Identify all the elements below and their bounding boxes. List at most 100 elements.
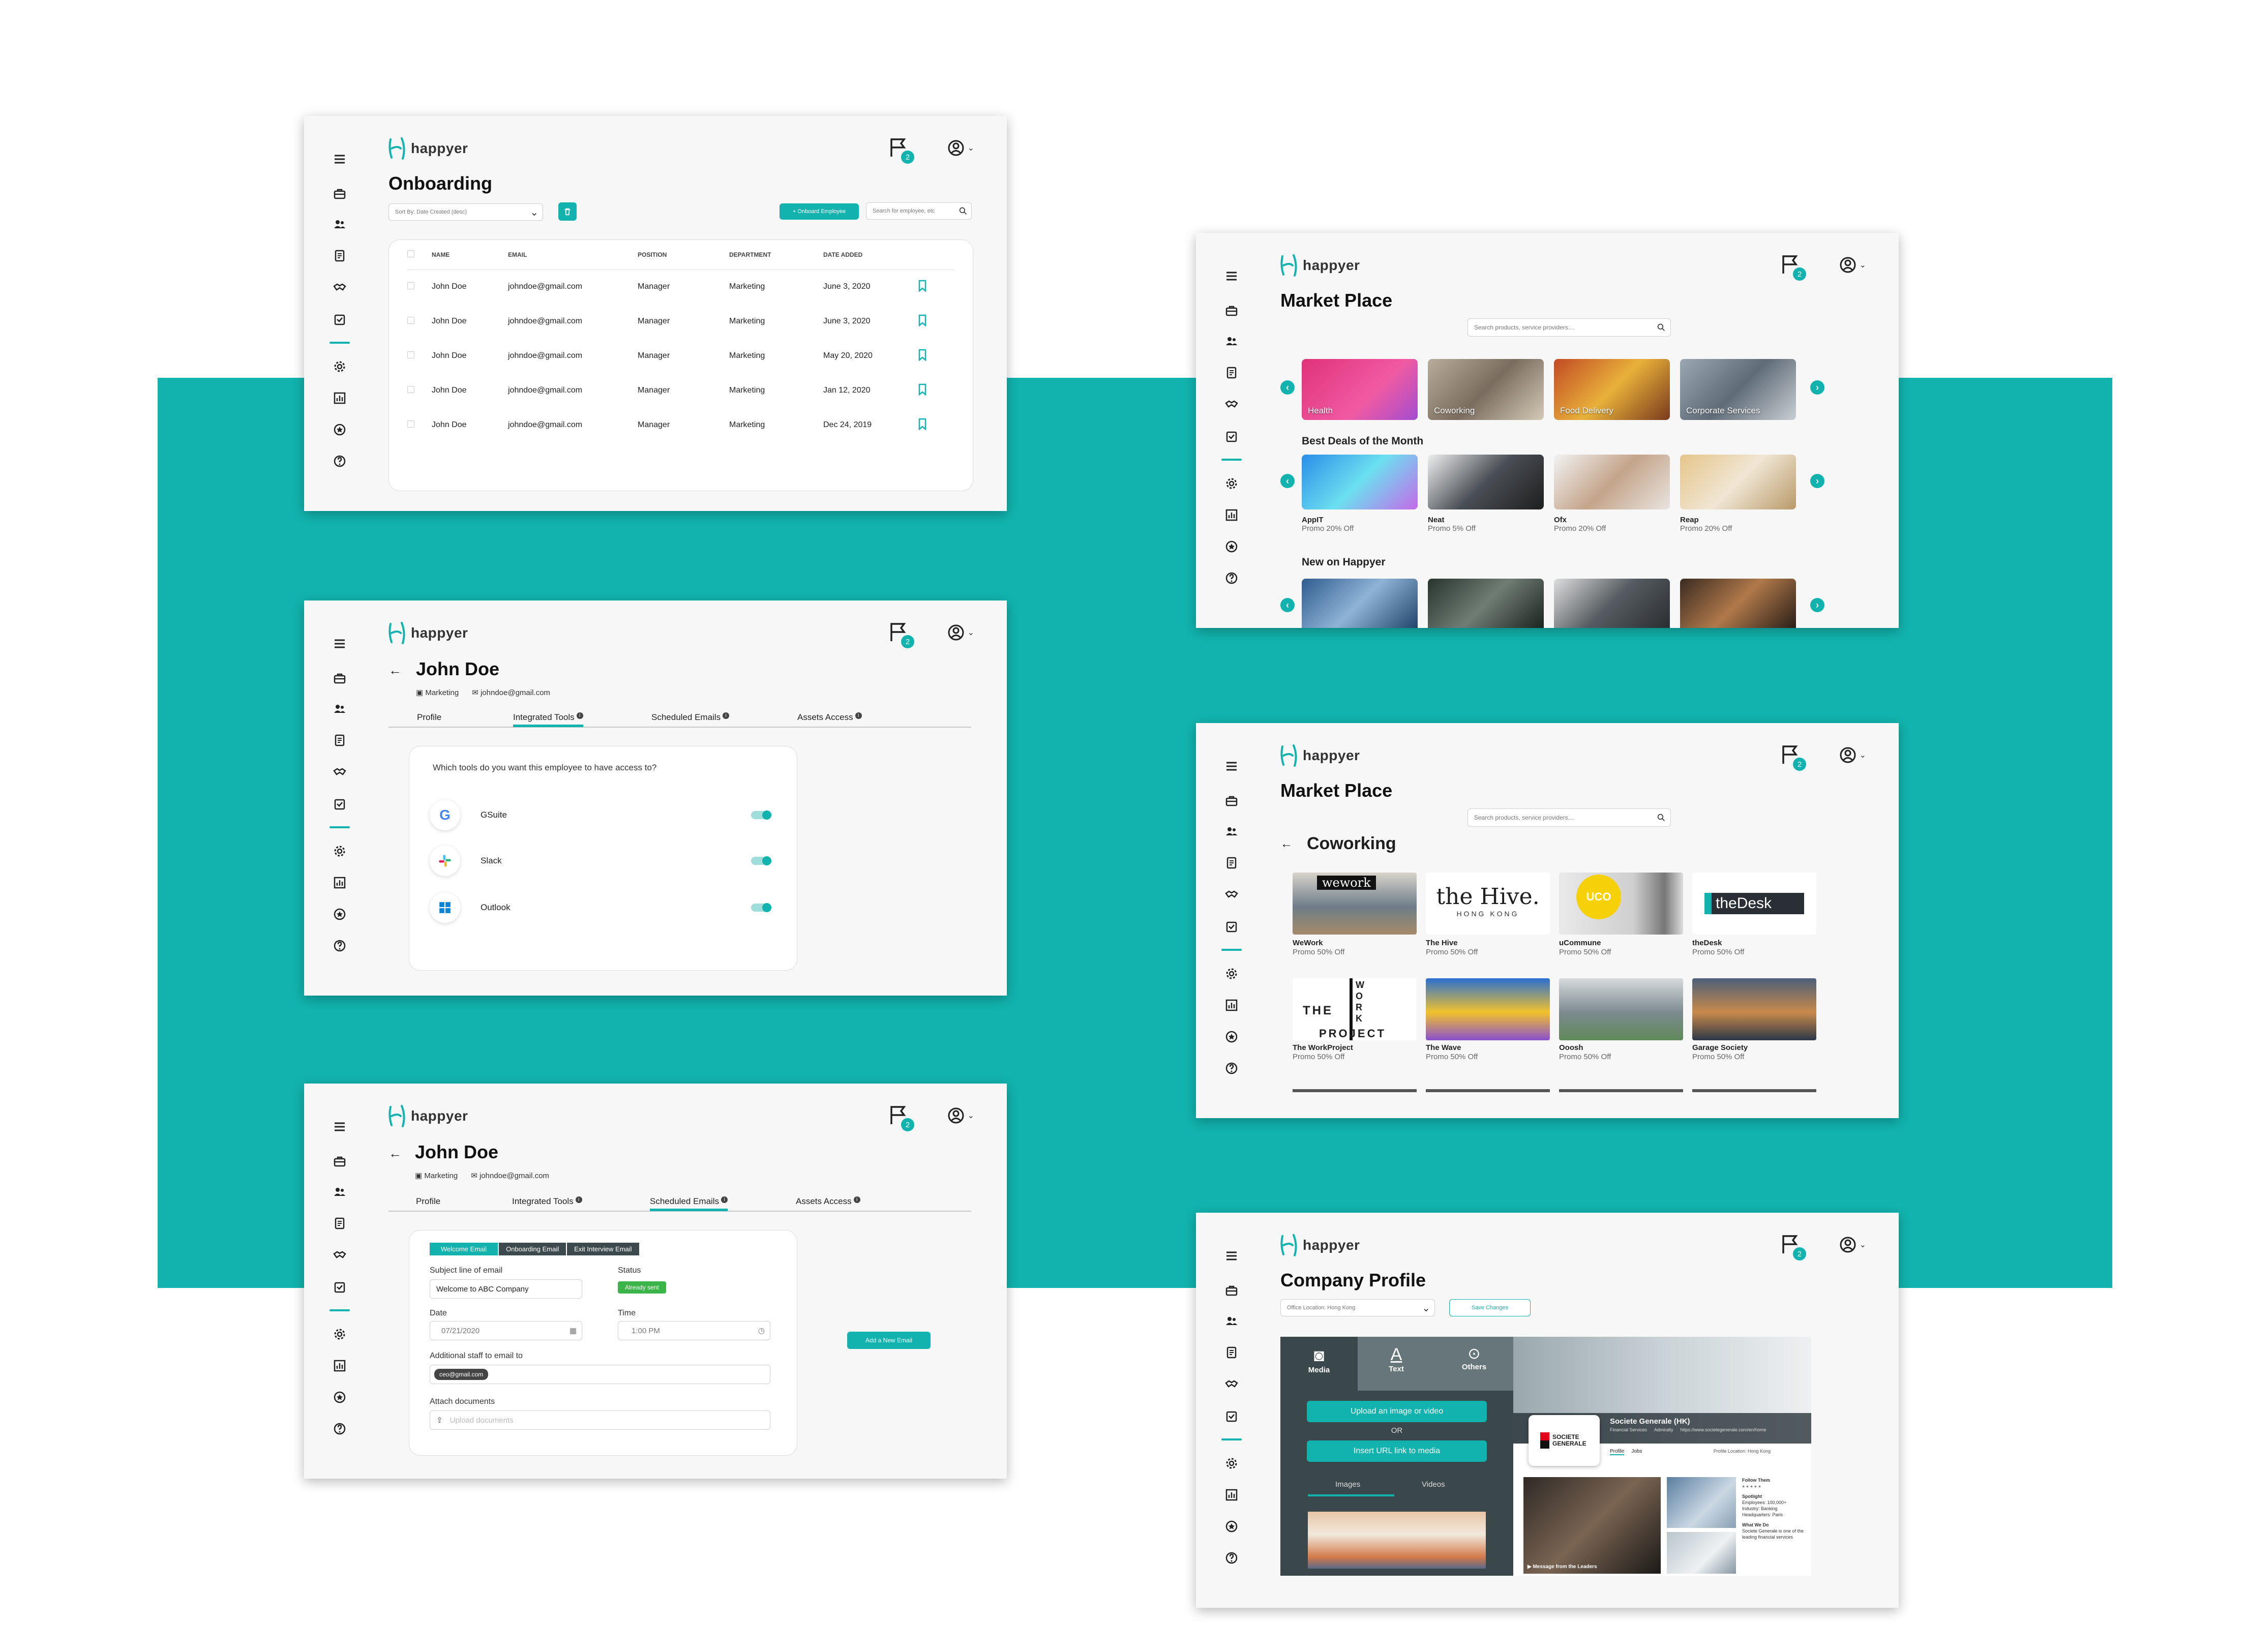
- upload-media-button[interactable]: Upload an image or video: [1307, 1401, 1487, 1422]
- insert-url-button[interactable]: Insert URL link to media: [1307, 1440, 1487, 1462]
- tab-integrated-tools[interactable]: Integrated Tools i: [513, 712, 583, 727]
- sidebar-item-handshake[interactable]: [332, 764, 347, 779]
- sidebar-item-menu[interactable]: [1224, 759, 1239, 774]
- new-card[interactable]: [1302, 579, 1418, 628]
- happyer-logo[interactable]: happyer: [386, 620, 468, 646]
- row-checkbox[interactable]: [407, 316, 414, 324]
- leaders-video[interactable]: ▶ Message from the Leaders: [1523, 1477, 1661, 1574]
- space-card-thedesk[interactable]: theDesk: [1692, 873, 1816, 935]
- sidebar-item-chart[interactable]: [1224, 1487, 1239, 1503]
- sidebar-item-inbox[interactable]: [332, 1280, 347, 1295]
- sidebar-item-chart[interactable]: [332, 1358, 347, 1373]
- website-link[interactable]: https://www.societegenerale.com/en/home: [1681, 1427, 1766, 1432]
- photo-tile[interactable]: [1667, 1532, 1736, 1574]
- sidebar-item-help[interactable]: [1224, 570, 1239, 586]
- sidebar-item-inbox[interactable]: [332, 797, 347, 812]
- space-card-garage-society[interactable]: [1692, 978, 1816, 1040]
- save-changes-button[interactable]: Save Changes: [1449, 1299, 1531, 1316]
- sidebar-item-briefcase[interactable]: [1224, 303, 1239, 318]
- add-new-email-button[interactable]: Add a New Email: [847, 1332, 931, 1349]
- sidebar-item-menu[interactable]: [332, 1119, 347, 1134]
- onboard-employee-button[interactable]: + Onboard Employee: [780, 203, 859, 220]
- sidebar-item-handshake[interactable]: [332, 280, 347, 295]
- deal-card-neat[interactable]: [1428, 455, 1544, 509]
- new-card[interactable]: [1554, 579, 1670, 628]
- sidebar-item-briefcase[interactable]: [332, 671, 347, 686]
- sidebar-item-badge[interactable]: [332, 422, 347, 437]
- tab-videos[interactable]: Videos: [1422, 1480, 1445, 1489]
- notifications-flag[interactable]: 2: [889, 1105, 914, 1131]
- table-row[interactable]: John Doe johndoe@gmail.com Manager Marketin…: [407, 304, 954, 339]
- table-row[interactable]: John Doe johndoe@gmail.com Manager Marketin…: [407, 269, 954, 304]
- bookmark-icon[interactable]: [917, 314, 927, 327]
- category-food-delivery[interactable]: Food Delivery: [1554, 359, 1670, 420]
- sidebar-item-settings[interactable]: [1224, 476, 1239, 491]
- happyer-logo[interactable]: happyer: [1278, 252, 1360, 279]
- tab-jobs[interactable]: Jobs: [1631, 1449, 1642, 1455]
- delete-button[interactable]: [558, 202, 577, 221]
- sidebar-item-users[interactable]: [332, 1184, 347, 1199]
- column-header[interactable]: POSITION: [638, 240, 729, 270]
- column-header[interactable]: EMAIL: [508, 240, 638, 270]
- time-input[interactable]: 1:00 PM ◷: [618, 1321, 770, 1340]
- space-card-the-hive[interactable]: the Hive. HONG KONG: [1426, 873, 1550, 935]
- tab-profile[interactable]: Profile: [417, 712, 441, 723]
- sidebar-item-chart[interactable]: [332, 391, 347, 406]
- space-card-the-workproject[interactable]: THE W O R K PROJECT: [1293, 978, 1417, 1040]
- happyer-logo[interactable]: happyer: [1278, 742, 1360, 769]
- deal-card-ofx[interactable]: [1554, 455, 1670, 509]
- bookmark-icon[interactable]: [917, 418, 927, 431]
- social-icons[interactable]: ● ● ● ● ●: [1742, 1483, 1808, 1489]
- gsuite-toggle[interactable]: [751, 810, 771, 820]
- tab-exit-interview-email[interactable]: Exit Interview Email: [567, 1243, 639, 1255]
- notifications-flag[interactable]: 2: [889, 137, 914, 164]
- category-corporate-services[interactable]: Corporate Services: [1680, 359, 1796, 420]
- sidebar-item-settings[interactable]: [332, 359, 347, 374]
- sidebar-item-menu[interactable]: [1224, 1248, 1239, 1264]
- notifications-flag[interactable]: 2: [1781, 744, 1806, 771]
- carousel-next-button[interactable]: ›: [1810, 474, 1824, 488]
- bookmark-icon[interactable]: [917, 349, 927, 362]
- sidebar-item-menu[interactable]: [332, 636, 347, 651]
- carousel-prev-button[interactable]: ‹: [1280, 474, 1295, 488]
- sidebar-item-badge[interactable]: [332, 907, 347, 922]
- sidebar-item-briefcase[interactable]: [332, 186, 347, 201]
- column-header[interactable]: NAME: [432, 240, 508, 270]
- tab-scheduled-emails[interactable]: Scheduled Emails i: [650, 1196, 728, 1211]
- space-card-ucommune[interactable]: UCO: [1559, 873, 1683, 935]
- sidebar-item-help[interactable]: [332, 938, 347, 953]
- space-card-the-wave[interactable]: [1426, 978, 1550, 1040]
- sidebar-item-inbox[interactable]: [1224, 429, 1239, 444]
- back-arrow-icon[interactable]: ←: [1280, 837, 1293, 851]
- bookmark-icon[interactable]: [917, 383, 927, 396]
- table-row[interactable]: John Doe johndoe@gmail.com Manager Marketin…: [407, 373, 954, 408]
- user-menu[interactable]: ⌄: [947, 1107, 974, 1124]
- notifications-flag[interactable]: 2: [889, 622, 914, 648]
- sidebar-item-handshake[interactable]: [1224, 397, 1239, 412]
- carousel-next-button[interactable]: ›: [1810, 380, 1824, 395]
- upload-input[interactable]: ⇪ Upload documents: [430, 1410, 770, 1430]
- sidebar-item-document[interactable]: [332, 733, 347, 748]
- column-header[interactable]: DATE ADDED: [823, 240, 917, 270]
- sidebar-item-menu[interactable]: [332, 152, 347, 167]
- sidebar-item-document[interactable]: [1224, 855, 1239, 870]
- date-input[interactable]: 07/21/2020 ▦: [430, 1321, 582, 1340]
- column-header[interactable]: DEPARTMENT: [729, 240, 823, 270]
- table-row[interactable]: John Doe johndoe@gmail.com Manager Marketin…: [407, 408, 954, 442]
- happyer-logo[interactable]: happyer: [386, 135, 468, 162]
- tab-images[interactable]: Images: [1335, 1480, 1360, 1489]
- happyer-logo[interactable]: happyer: [386, 1103, 468, 1129]
- sidebar-item-users[interactable]: [1224, 1313, 1239, 1329]
- sidebar-item-badge[interactable]: [1224, 539, 1239, 554]
- notifications-flag[interactable]: 2: [1781, 254, 1806, 281]
- staff-chip[interactable]: ceo@gmail.com: [434, 1369, 489, 1380]
- staff-input[interactable]: ceo@gmail.com: [430, 1365, 770, 1384]
- row-checkbox[interactable]: [407, 420, 414, 428]
- subject-input[interactable]: Welcome to ABC Company: [430, 1279, 582, 1299]
- user-menu[interactable]: ⌄: [1839, 746, 1866, 764]
- sidebar-item-chart[interactable]: [332, 875, 347, 890]
- sidebar-item-document[interactable]: [1224, 365, 1239, 380]
- user-menu[interactable]: ⌄: [947, 624, 974, 641]
- sidebar-item-handshake[interactable]: [1224, 1376, 1239, 1392]
- sidebar-item-briefcase[interactable]: [1224, 793, 1239, 808]
